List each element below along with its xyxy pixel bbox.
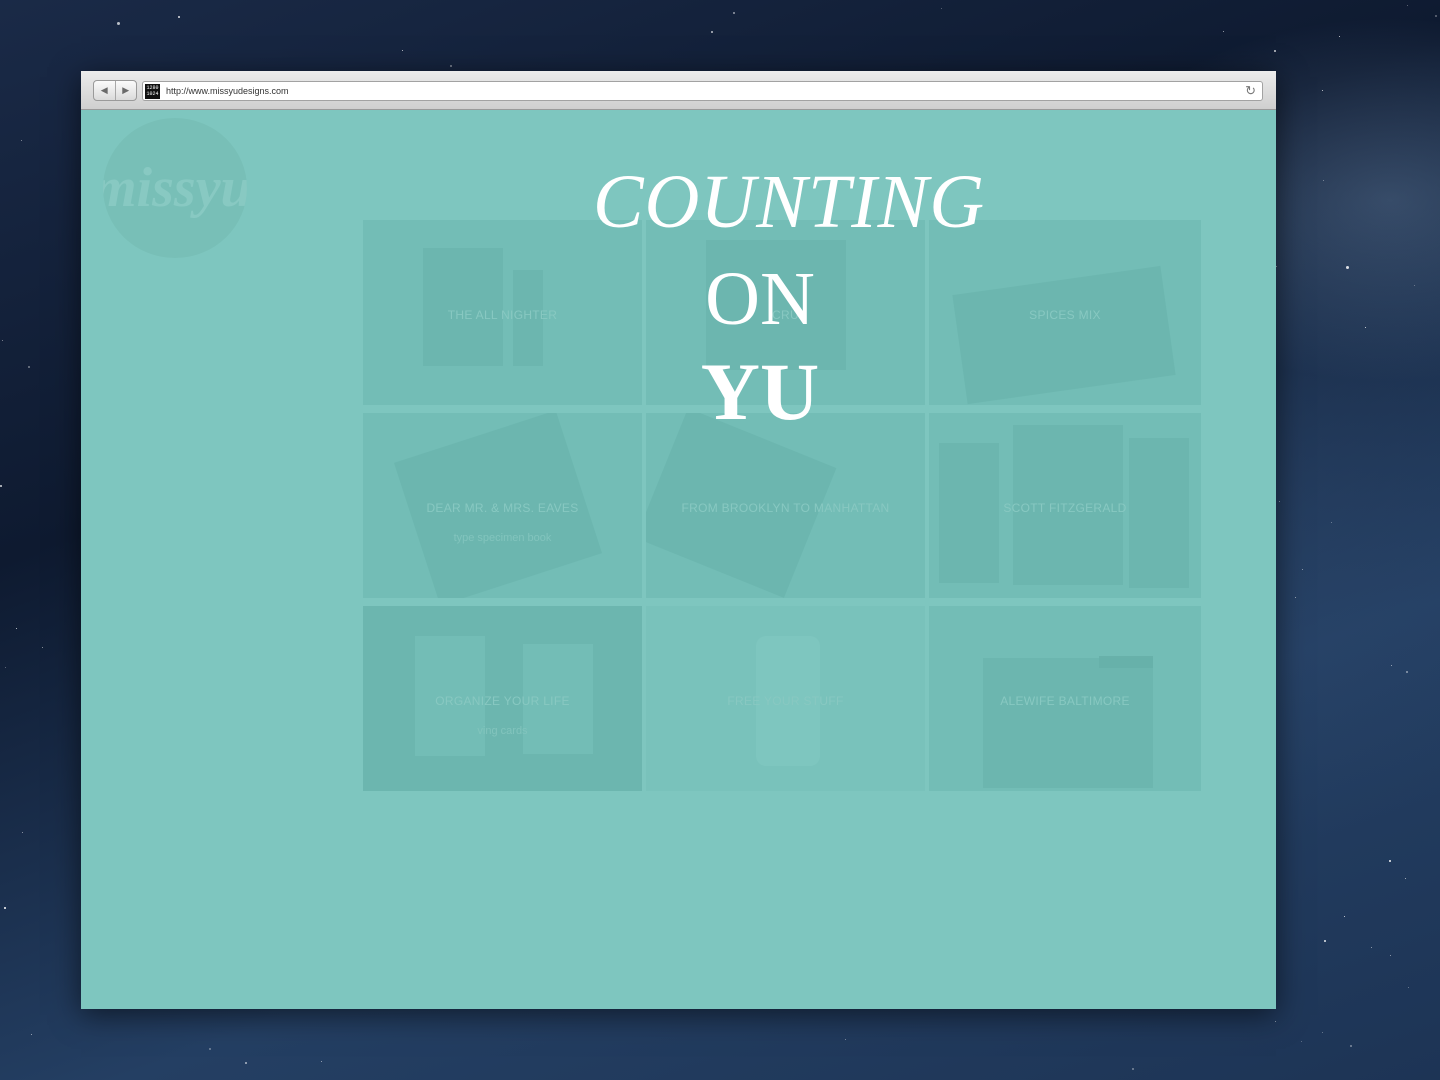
star xyxy=(1274,50,1276,52)
star xyxy=(28,366,30,368)
star xyxy=(1276,266,1277,267)
star xyxy=(42,647,43,648)
star xyxy=(941,8,942,9)
star xyxy=(1346,266,1349,269)
star xyxy=(5,667,6,668)
star xyxy=(2,340,3,341)
star xyxy=(1275,1021,1276,1022)
star xyxy=(711,31,713,33)
star xyxy=(1391,665,1392,666)
star xyxy=(178,16,180,18)
star xyxy=(1390,955,1391,956)
star xyxy=(1331,522,1332,523)
back-button[interactable]: ◀ xyxy=(94,81,115,100)
star xyxy=(22,832,23,833)
star xyxy=(1322,90,1323,91)
star xyxy=(1407,5,1408,6)
star xyxy=(4,907,6,909)
page-overlay xyxy=(81,110,1276,1009)
star xyxy=(21,140,22,141)
star xyxy=(1339,36,1340,37)
forward-arrow-icon: ▶ xyxy=(122,85,130,95)
star xyxy=(402,50,403,51)
star xyxy=(117,22,120,25)
star xyxy=(1295,597,1296,598)
star xyxy=(1350,1045,1352,1047)
star xyxy=(0,485,2,487)
star xyxy=(1223,31,1224,32)
star xyxy=(1322,1032,1323,1033)
back-arrow-icon: ◀ xyxy=(100,85,108,95)
page-viewport: missyu THE ALL NIGHTER CRU SPICES MIX DE… xyxy=(81,110,1276,1009)
star xyxy=(1344,916,1345,917)
star xyxy=(1389,860,1391,862)
star xyxy=(1279,501,1280,502)
star xyxy=(845,1039,846,1040)
star xyxy=(31,1034,32,1035)
browser-toolbar: ◀ ▶ 1280 1024 http://www.missyudesigns.c… xyxy=(81,71,1276,110)
site-favicon: 1280 1024 xyxy=(145,83,160,99)
browser-window: ◀ ▶ 1280 1024 http://www.missyudesigns.c… xyxy=(81,71,1276,1009)
star xyxy=(1324,940,1326,942)
star xyxy=(1132,1068,1134,1070)
star xyxy=(1414,285,1415,286)
star xyxy=(1435,15,1437,17)
address-bar[interactable]: 1280 1024 http://www.missyudesigns.com ↻ xyxy=(142,81,1263,101)
star xyxy=(245,1062,247,1064)
star xyxy=(1371,947,1372,948)
reload-icon[interactable]: ↻ xyxy=(1245,83,1256,99)
star xyxy=(1365,327,1366,328)
star xyxy=(450,65,452,67)
star xyxy=(209,1048,211,1050)
navigation-buttons: ◀ ▶ xyxy=(93,80,137,101)
star xyxy=(1405,878,1406,879)
star xyxy=(321,1061,322,1062)
favicon-text-bottom: 1024 xyxy=(146,91,159,97)
star xyxy=(1323,180,1324,181)
star xyxy=(1406,671,1408,673)
star xyxy=(1408,987,1409,988)
star xyxy=(733,12,735,14)
star xyxy=(16,628,17,629)
star xyxy=(1301,1041,1302,1042)
url-text[interactable]: http://www.missyudesigns.com xyxy=(166,86,289,96)
forward-button[interactable]: ▶ xyxy=(114,81,137,100)
star xyxy=(1302,569,1303,570)
